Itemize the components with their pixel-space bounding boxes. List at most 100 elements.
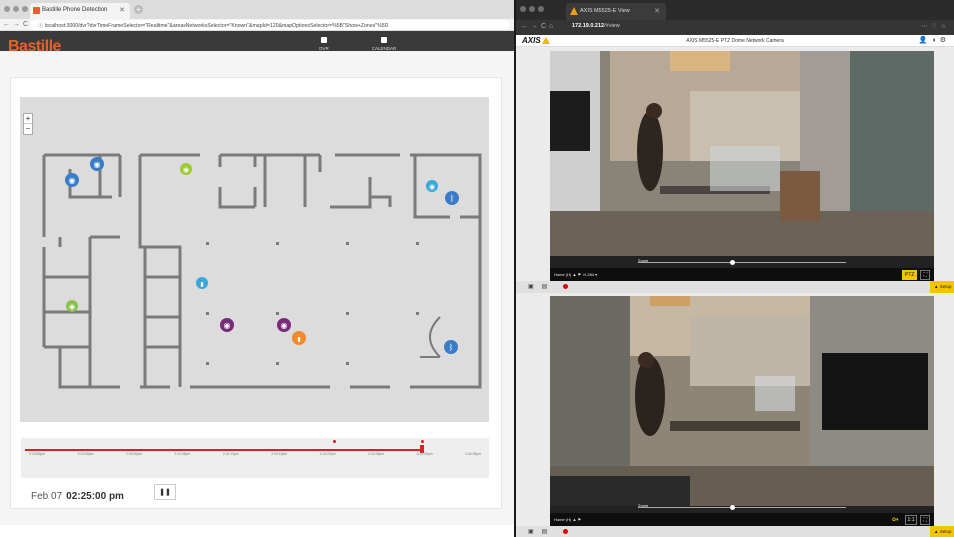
camera-2-controls: Zoom Home (H) ▲ ⚑ ✿▾ 1:1 ⛶ bbox=[550, 503, 934, 526]
time-label: 02:25:00 pm bbox=[66, 491, 124, 502]
new-tab-button[interactable]: + bbox=[134, 5, 143, 14]
home-button[interactable]: Home (H) bbox=[554, 272, 571, 277]
tick-label: 2:24:10pm bbox=[222, 452, 239, 456]
header-icons[interactable]: 👤◑⚙ bbox=[919, 36, 950, 44]
record-button[interactable] bbox=[563, 284, 568, 289]
tick-label: 2:23:55pm bbox=[77, 452, 94, 456]
camera-1-toolbar: ▣▤ ▲ Setup bbox=[516, 281, 954, 293]
setup-button[interactable]: ▲ Setup bbox=[930, 281, 954, 293]
tick-label: 2:24:20pm bbox=[319, 452, 336, 456]
address-bar: ←→C ⓘ localhost:3000/dvr?dvrTimeFrameSel… bbox=[0, 19, 514, 31]
tab-title: AXIS M5525-E View bbox=[580, 8, 630, 14]
close-tab-icon[interactable]: ✕ bbox=[119, 6, 125, 14]
tick-label: 2:24:30pm bbox=[416, 452, 433, 456]
nav-buttons[interactable]: ←→C bbox=[3, 21, 31, 28]
wifi-marker-6[interactable]: ◉ bbox=[220, 318, 234, 332]
main-content: + − ◉ ◉ ◉ ◉ ᛒ ▮ ◉ ◉ ◉ ▮ ᛒ 2:23:50pm 2:23… bbox=[0, 51, 514, 525]
browser-tab-bastille[interactable]: Bastille Phone Detection ✕ bbox=[30, 3, 130, 19]
focus-icon[interactable]: ✿▾ bbox=[889, 515, 902, 525]
camera-1-left-controls[interactable]: Home (H) ▲ ⚑ H.264 ▾ bbox=[554, 272, 597, 277]
wifi-marker-2[interactable]: ◉ bbox=[65, 173, 79, 187]
axis-favicon-icon bbox=[570, 7, 578, 15]
svg-text:◉: ◉ bbox=[69, 304, 75, 311]
zoom-slider[interactable] bbox=[638, 260, 846, 265]
date-label: Feb 07 bbox=[31, 491, 63, 502]
wifi-marker-7[interactable]: ◉ bbox=[277, 318, 291, 332]
window-controls[interactable] bbox=[520, 6, 544, 12]
tick-label: 2:24:35pm bbox=[464, 452, 481, 456]
tick-label: 2:24:00pm bbox=[125, 452, 142, 456]
wifi-marker-5[interactable]: ◉ bbox=[66, 300, 78, 312]
axis-browser-window: AXIS M5525-E View ✕ ←→C⌂ 172.19.0.212/#v… bbox=[516, 0, 954, 537]
url-path: /#view bbox=[604, 23, 620, 29]
timeline-event-dot[interactable] bbox=[421, 440, 424, 443]
ptz-button[interactable]: PTZ bbox=[902, 270, 918, 280]
timeline-progress bbox=[25, 449, 422, 451]
bluetooth-marker-1[interactable]: ᛒ bbox=[445, 191, 459, 205]
dvr-card: + − ◉ ◉ ◉ ◉ ᛒ ▮ ◉ ◉ ◉ ▮ ᛒ 2:23:50pm 2:23… bbox=[10, 77, 502, 509]
browser-tab-strip: Bastille Phone Detection ✕ + bbox=[0, 0, 514, 19]
tick-label: 2:23:50pm bbox=[29, 452, 46, 456]
timeline-tick-labels: 2:23:50pm 2:23:55pm 2:24:00pm 2:24:05pm … bbox=[29, 452, 481, 456]
device-markers: ◉ ◉ ◉ ◉ ᛒ ▮ ◉ ◉ ◉ ▮ ᛒ bbox=[65, 157, 459, 354]
floor-plan-map[interactable]: + − ◉ ◉ ◉ ◉ ᛒ ▮ ◉ ◉ ◉ ▮ ᛒ bbox=[20, 97, 489, 422]
nav-buttons[interactable]: ←→C⌂ bbox=[521, 23, 556, 30]
fullscreen-icon[interactable]: ⛶ bbox=[920, 515, 930, 525]
wifi-marker-1[interactable]: ◉ bbox=[90, 157, 104, 171]
snapshot-and-settings-icons[interactable]: ▣▤ bbox=[528, 283, 555, 290]
url-field[interactable]: 172.19.0.212/#view bbox=[572, 23, 620, 29]
cellular-marker-2[interactable]: ▮ bbox=[292, 331, 306, 345]
tab-title: Bastille Phone Detection bbox=[42, 7, 108, 13]
ratio-button[interactable]: 1:1 bbox=[904, 515, 918, 525]
svg-text:ᛒ: ᛒ bbox=[449, 343, 454, 352]
url-host: 172.19.0.212 bbox=[572, 23, 605, 29]
toolbar-icons[interactable]: ⋯♡☆ bbox=[921, 23, 950, 30]
dvr-icon bbox=[321, 37, 327, 43]
browser-tab-axis[interactable]: AXIS M5525-E View ✕ bbox=[566, 3, 666, 20]
address-bar-dark: ←→C⌂ 172.19.0.212/#view ⋯♡☆ bbox=[516, 20, 954, 35]
camera-1-controls: Zoom Home (H) ▲ ⚑ H.264 ▾ PTZ ⛶ bbox=[550, 258, 934, 281]
camera-2-toolbar: ▣▤ ▲ Setup bbox=[516, 526, 954, 537]
bastille-browser-window: Bastille Phone Detection ✕ + ←→C ⓘ local… bbox=[0, 0, 514, 537]
snapshot-and-settings-icons[interactable]: ▣▤ bbox=[528, 528, 555, 535]
url-field[interactable]: ⓘ localhost:3000/dvr?dvrTimeFrameSelecto… bbox=[30, 20, 510, 30]
svg-text:ᛒ: ᛒ bbox=[450, 194, 455, 203]
setup-label: Setup bbox=[939, 529, 952, 534]
svg-text:◉: ◉ bbox=[281, 321, 288, 330]
codec-select[interactable]: H.264 bbox=[583, 272, 594, 277]
camera-2-image bbox=[550, 296, 934, 526]
setup-button[interactable]: ▲ Setup bbox=[930, 526, 954, 537]
current-datetime: Feb 07 02:25:00 pm bbox=[31, 491, 124, 502]
svg-text:◉: ◉ bbox=[69, 176, 76, 185]
svg-text:◉: ◉ bbox=[183, 167, 189, 174]
wifi-marker-4[interactable]: ◉ bbox=[426, 180, 438, 192]
timeline-event-dot[interactable] bbox=[333, 440, 336, 443]
camera-1-right-controls[interactable]: PTZ ⛶ bbox=[902, 270, 930, 280]
camera-view-1[interactable]: Zoom Home (H) ▲ ⚑ H.264 ▾ PTZ ⛶ bbox=[550, 51, 934, 281]
fullscreen-icon[interactable]: ⛶ bbox=[920, 270, 930, 280]
cellular-marker-1[interactable]: ▮ bbox=[196, 277, 208, 289]
window-controls[interactable] bbox=[4, 6, 28, 12]
calendar-icon bbox=[381, 37, 387, 43]
bastille-favicon-icon bbox=[33, 7, 40, 14]
tick-label: 2:24:05pm bbox=[174, 452, 191, 456]
svg-text:▮: ▮ bbox=[297, 337, 300, 343]
camera-2-left-controls[interactable]: Home (H) ▲ ⚑ bbox=[554, 517, 581, 522]
pause-button[interactable]: ❚❚ bbox=[154, 484, 176, 500]
record-button[interactable] bbox=[563, 529, 568, 534]
browser-tab-strip-dark: AXIS M5525-E View ✕ bbox=[516, 0, 954, 20]
camera-2-right-controls[interactable]: ✿▾ 1:1 ⛶ bbox=[889, 515, 930, 525]
zoom-slider[interactable] bbox=[638, 505, 846, 510]
url-text: localhost:3000/dvr?dvrTimeFrameSelector=… bbox=[44, 23, 389, 29]
svg-text:▮: ▮ bbox=[200, 282, 203, 288]
tick-label: 2:24:25pm bbox=[368, 452, 385, 456]
bluetooth-marker-2[interactable]: ᛒ bbox=[444, 340, 458, 354]
close-tab-icon[interactable]: ✕ bbox=[654, 7, 660, 15]
nav-calendar[interactable]: CALENDAR bbox=[354, 37, 414, 51]
timeline[interactable]: 2:23:50pm 2:23:55pm 2:24:00pm 2:24:05pm … bbox=[21, 438, 489, 478]
wifi-marker-3[interactable]: ◉ bbox=[180, 163, 192, 175]
tick-label: 2:24:15pm bbox=[271, 452, 288, 456]
axis-header: AXIS AXIS M5525-E PTZ Dome Network Camer… bbox=[516, 35, 954, 47]
home-button[interactable]: Home (H) bbox=[554, 517, 571, 522]
camera-view-2[interactable]: Zoom Home (H) ▲ ⚑ ✿▾ 1:1 ⛶ bbox=[550, 296, 934, 526]
